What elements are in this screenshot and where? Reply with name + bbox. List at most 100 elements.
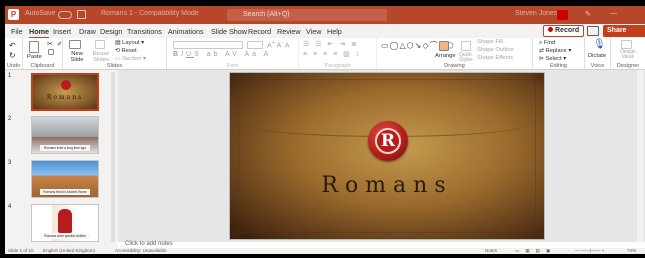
- zoom-slider[interactable]: — ——|—— +: [575, 248, 604, 253]
- tab-animations[interactable]: Animations: [168, 27, 204, 36]
- microphone-icon[interactable]: 🎙: [593, 39, 606, 50]
- slide-counter: Slide 1 of 10: [8, 248, 34, 253]
- tab-slide-show[interactable]: Slide Show: [211, 27, 247, 36]
- copy-icon[interactable]: [48, 49, 54, 55]
- avatar[interactable]: [557, 10, 568, 20]
- designer-group: Design Ideas Designer: [611, 38, 645, 70]
- tab-design[interactable]: Design: [100, 27, 122, 36]
- roman-figure-icon: [58, 209, 72, 233]
- share-button[interactable]: Share: [603, 25, 645, 37]
- font-grow-icon[interactable]: A+ A- A: [267, 40, 290, 49]
- redo-icon[interactable]: ↻: [9, 51, 16, 60]
- powerpoint-logo-icon: P: [8, 9, 19, 20]
- thumbnail-caption: Romans lived in Ancient Rome: [40, 189, 90, 195]
- arrange-icon[interactable]: [439, 41, 449, 51]
- reset-button[interactable]: ⟲ Reset: [115, 48, 137, 54]
- editing-group: ⌕ Find ⇄ Replace ▾ ⊳ Select ▾ Editing: [533, 38, 585, 70]
- view-buttons[interactable]: ▭▦▤▣: [515, 248, 556, 254]
- tab-help[interactable]: Help: [327, 27, 342, 36]
- slide-scrollbar[interactable]: [637, 70, 643, 242]
- language-status[interactable]: English (United Kingdom): [43, 248, 95, 253]
- font-family-select[interactable]: [173, 41, 243, 49]
- slides-group-label: Slides: [106, 63, 123, 69]
- slide-thumbnail-3[interactable]: Romans lived in Ancient Rome: [31, 160, 99, 198]
- editing-group-label: Editing: [549, 63, 568, 69]
- notes-toggle-button[interactable]: Notes: [485, 248, 497, 253]
- slide-thumbnail-4[interactable]: Romans wore special clothes: [31, 204, 99, 242]
- tab-insert[interactable]: Insert: [53, 27, 71, 36]
- autosave-label: AutoSave: [25, 10, 56, 17]
- slide-thumbnail-1[interactable]: Romans: [31, 73, 99, 111]
- autosave-toggle[interactable]: [58, 11, 72, 19]
- search-input[interactable]: Search (Alt+Q): [227, 9, 387, 21]
- voice-group-label: Voice: [590, 63, 605, 69]
- wax-seal-icon: R: [368, 121, 408, 161]
- comment-icon[interactable]: [587, 26, 599, 36]
- cut-icon[interactable]: ✂: [47, 40, 53, 48]
- replace-button[interactable]: ⇄ Replace ▾: [539, 48, 571, 54]
- layout-button[interactable]: ▤ Layout ▾: [115, 40, 144, 46]
- reuse-slides-icon[interactable]: [95, 40, 105, 49]
- slide-thumbnail-2[interactable]: Romans lived a long time ago: [31, 116, 99, 154]
- font-size-select[interactable]: [247, 41, 263, 49]
- thumbnails-scrollbar[interactable]: [111, 72, 115, 244]
- paste-button[interactable]: Paste: [27, 54, 42, 60]
- status-bar: Slide 1 of 10 English (United Kingdom) A…: [5, 248, 645, 254]
- tab-record[interactable]: Record: [248, 27, 271, 36]
- reset-label: Reset: [121, 48, 137, 54]
- minimize-icon[interactable]: —: [610, 10, 617, 17]
- seal-letter: R: [375, 128, 401, 154]
- find-button[interactable]: ⌕ Find: [539, 40, 555, 47]
- font-group: A+ A- A BIUS ab AV Aa A Font: [167, 38, 299, 70]
- drawing-group: ▭◯△⬡↘◇⌒☆⬠ Arrange Quick Styles Shape Fil…: [377, 38, 533, 70]
- clipboard-group: Paste ✂ ✐ Clipboard: [23, 38, 63, 70]
- shape-outline-button[interactable]: Shape Outline: [477, 47, 514, 53]
- shape-fill-button[interactable]: Shape Fill: [477, 39, 503, 45]
- tab-file[interactable]: File: [11, 27, 23, 36]
- arrange-button[interactable]: Arrange: [435, 53, 456, 59]
- user-name[interactable]: Steven Jones: [515, 10, 557, 17]
- quick-styles-button[interactable]: Quick Styles: [459, 53, 473, 63]
- tab-draw[interactable]: Draw: [79, 27, 96, 36]
- layout-label: Layout: [122, 40, 140, 46]
- record-button[interactable]: Record: [543, 25, 585, 37]
- dictate-button[interactable]: Dictate: [588, 53, 606, 59]
- undo-group-label: Undo: [6, 63, 21, 69]
- zoom-level[interactable]: 74%: [627, 248, 636, 253]
- font-group-label: Font: [226, 63, 239, 69]
- design-ideas-icon[interactable]: [621, 40, 632, 49]
- design-ideas-button[interactable]: Design Ideas: [615, 50, 641, 60]
- document-title[interactable]: Romans 1 - Compatibility Mode: [101, 10, 199, 17]
- slide-title[interactable]: Romans: [230, 173, 544, 198]
- paragraph-group: ☰ ☰ ⇤ ⇥ ≣ ≡ ≡ ≡ ≡ ▥ ↕ Paragraph: [299, 38, 377, 70]
- tab-review[interactable]: Review: [277, 27, 301, 36]
- drawing-group-label: Drawing: [444, 63, 465, 69]
- format-painter-icon[interactable]: ✐: [57, 41, 62, 48]
- new-slide-button[interactable]: New Slide: [66, 51, 88, 63]
- undo-group: ↶ ↻ Undo: [5, 38, 23, 70]
- notes-placeholder[interactable]: Click to add notes: [125, 241, 173, 247]
- tab-view[interactable]: View: [306, 27, 321, 36]
- reuse-slides-button[interactable]: Reuse Slides: [90, 51, 112, 63]
- text-format-icons[interactable]: BIUS ab AV Aa A: [173, 51, 271, 58]
- new-slide-icon[interactable]: [69, 40, 81, 49]
- shape-effects-button[interactable]: Shape Effects: [477, 55, 513, 61]
- designer-group-label: Designer: [616, 63, 640, 69]
- quick-styles-icon[interactable]: [461, 41, 471, 51]
- powerpoint-window: P AutoSave Romans 1 - Compatibility Mode…: [5, 6, 645, 254]
- pen-icon[interactable]: ✎: [585, 10, 591, 18]
- paste-icon[interactable]: [29, 41, 39, 53]
- list-icons[interactable]: ☰ ☰ ⇤ ⇥ ≣: [303, 40, 359, 48]
- undo-icon[interactable]: ↶: [9, 41, 16, 50]
- tab-home[interactable]: Home: [29, 27, 49, 38]
- title-bar: P AutoSave Romans 1 - Compatibility Mode…: [5, 6, 645, 24]
- select-button[interactable]: ⊳ Select ▾: [539, 56, 566, 62]
- save-icon[interactable]: [77, 10, 86, 19]
- slide-thumbnails-pane: 1 Romans 2 Romans lived a long time ago …: [5, 70, 118, 254]
- slide-number: 3: [8, 160, 12, 166]
- current-slide[interactable]: R Romans: [230, 73, 544, 239]
- section-button[interactable]: ▭ Section ▾: [115, 56, 146, 62]
- align-icons[interactable]: ≡ ≡ ≡ ≡ ▥ ↕: [303, 50, 361, 58]
- tab-transitions[interactable]: Transitions: [127, 27, 162, 36]
- accessibility-status[interactable]: Accessibility: Unavailable: [115, 248, 167, 253]
